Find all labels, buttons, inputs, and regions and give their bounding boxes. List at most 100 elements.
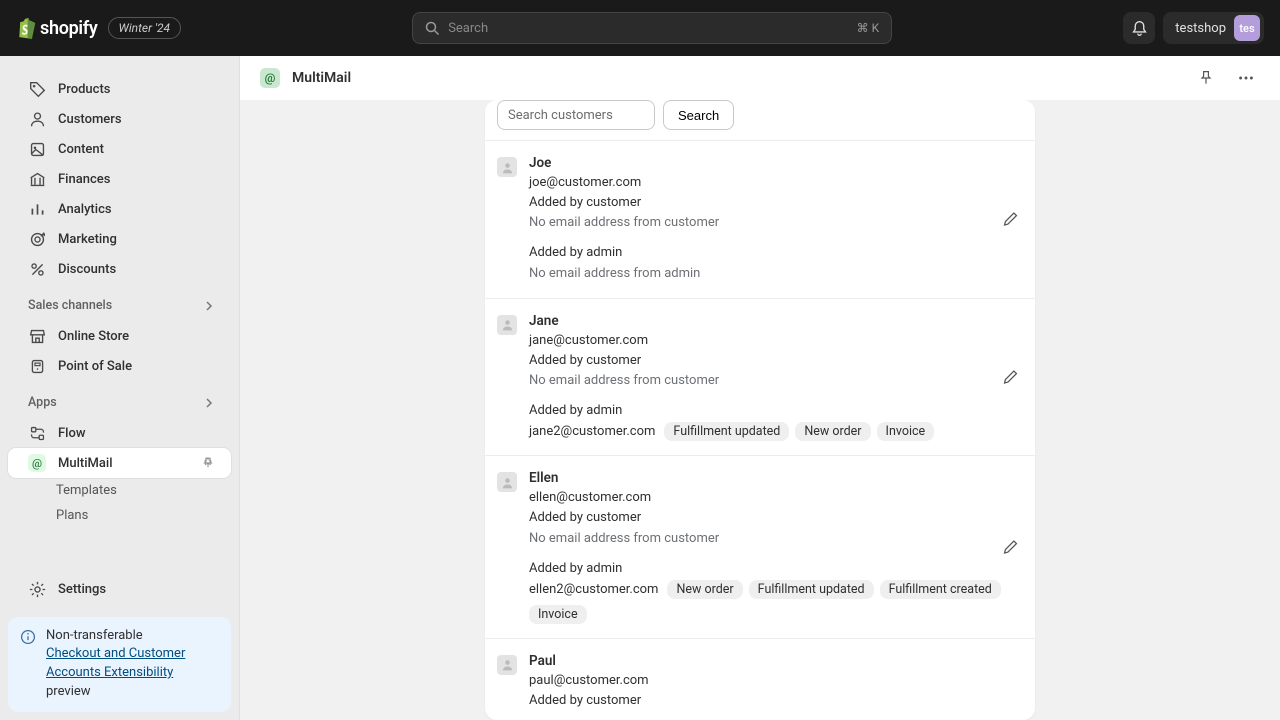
customer-email: jane@customer.com xyxy=(529,331,1019,351)
sidebar-item-flow[interactable]: Flow xyxy=(8,418,231,448)
tag: Invoice xyxy=(877,422,935,441)
sidebar-subitem-templates[interactable]: Templates xyxy=(8,478,231,503)
sidebar-item-discounts[interactable]: Discounts xyxy=(8,254,231,284)
sidebar-item-content[interactable]: Content xyxy=(8,134,231,164)
shopify-logo[interactable]: shopify xyxy=(16,17,98,39)
sidebar-item-analytics[interactable]: Analytics xyxy=(8,194,231,224)
added-by-admin: Added by admin xyxy=(529,401,1019,421)
customer-search-input[interactable]: Search customers xyxy=(497,100,655,130)
added-by-customer: Added by customer xyxy=(529,193,1019,213)
avatar-icon xyxy=(497,655,517,675)
tag: Fulfillment updated xyxy=(749,580,874,599)
person-icon xyxy=(28,110,46,128)
added-by-admin: Added by admin xyxy=(529,243,1019,263)
customer-name: Ellen xyxy=(529,470,1019,486)
customer-name: Jane xyxy=(529,313,1019,329)
user-menu[interactable]: testshop tes xyxy=(1163,12,1264,44)
sidebar-item-settings[interactable]: Settings xyxy=(8,575,231,605)
customer-note: No email address from customer xyxy=(529,529,1019,549)
bell-icon xyxy=(1131,20,1148,37)
edit-button[interactable] xyxy=(1002,368,1019,385)
avatar-icon xyxy=(497,315,517,335)
flow-icon xyxy=(28,424,46,442)
svg-text:@: @ xyxy=(32,457,42,470)
customer-note: No email address from customer xyxy=(529,213,1019,233)
page-header: @ MultiMail xyxy=(240,56,1280,100)
user-avatar: tes xyxy=(1234,15,1260,41)
edition-pill: Winter '24 xyxy=(108,17,182,39)
sales-channels-header[interactable]: Sales channels xyxy=(8,292,231,319)
sidebar-item-point-of-sale[interactable]: Point of Sale xyxy=(8,351,231,381)
sidebar-item-marketing[interactable]: Marketing xyxy=(8,224,231,254)
banner-line3: preview xyxy=(46,683,219,702)
apps-header[interactable]: Apps xyxy=(8,389,231,416)
avatar-icon xyxy=(497,472,517,492)
sidebar-item-customers[interactable]: Customers xyxy=(8,104,231,134)
pos-icon xyxy=(28,357,46,375)
customer-row: Paul paul@customer.com Added by customer xyxy=(485,638,1035,720)
pin-icon[interactable] xyxy=(201,456,215,470)
customer-row: Joe joe@customer.com Added by customer N… xyxy=(485,140,1035,298)
more-button[interactable] xyxy=(1232,64,1260,92)
customer-row: Jane jane@customer.com Added by customer… xyxy=(485,298,1035,456)
info-icon xyxy=(20,627,36,702)
tag: New order xyxy=(795,422,870,441)
tag-icon xyxy=(28,80,46,98)
at-icon: @ xyxy=(28,454,46,472)
image-icon xyxy=(28,140,46,158)
sidebar-item-finances[interactable]: Finances xyxy=(8,164,231,194)
customer-name: Joe xyxy=(529,155,1019,171)
search-wrap: Search ⌘ K xyxy=(197,12,1107,44)
customer-note: No email address from customer xyxy=(529,371,1019,391)
sidebar-subitem-plans[interactable]: Plans xyxy=(8,503,231,528)
search-icon xyxy=(425,21,440,36)
edit-button[interactable] xyxy=(1002,211,1019,228)
customer-email: paul@customer.com xyxy=(529,671,1019,691)
admin-note: No email address from admin xyxy=(529,264,1019,284)
banner-line1: Non-transferable xyxy=(46,627,219,646)
page-title: MultiMail xyxy=(292,70,351,86)
target-icon xyxy=(28,230,46,248)
avatar-icon xyxy=(497,157,517,177)
sidebar-item-products[interactable]: Products xyxy=(8,74,231,104)
main: @ MultiMail Search customers Search xyxy=(240,56,1280,720)
dots-icon xyxy=(1237,69,1255,87)
store-icon xyxy=(28,327,46,345)
pin-icon xyxy=(1198,70,1214,86)
tag: Fulfillment updated xyxy=(664,422,789,441)
tag: Invoice xyxy=(529,605,587,624)
top-bar: shopify Winter '24 Search ⌘ K testshop t… xyxy=(0,0,1280,56)
added-by-admin: Added by admin xyxy=(529,559,1019,579)
search-shortcut: ⌘ K xyxy=(857,21,880,35)
tag: Fulfillment created xyxy=(880,580,1001,599)
notifications-button[interactable] xyxy=(1123,12,1155,44)
customer-search-button[interactable]: Search xyxy=(663,100,734,130)
info-banner: Non-transferable Checkout and Customer A… xyxy=(8,617,231,712)
pin-button[interactable] xyxy=(1192,64,1220,92)
admin-email: ellen2@customer.com xyxy=(529,582,658,597)
shopify-bag-icon xyxy=(16,17,36,39)
tag: New order xyxy=(667,580,742,599)
added-by-customer: Added by customer xyxy=(529,508,1019,528)
bank-icon xyxy=(28,170,46,188)
user-name: testshop xyxy=(1175,21,1226,36)
app-icon: @ xyxy=(260,68,280,88)
chevron-right-icon xyxy=(203,397,215,409)
customer-email: joe@customer.com xyxy=(529,173,1019,193)
global-search[interactable]: Search ⌘ K xyxy=(412,12,892,44)
customer-row: Ellen ellen@customer.com Added by custom… xyxy=(485,455,1035,638)
customer-name: Paul xyxy=(529,653,1019,669)
customer-email: ellen@customer.com xyxy=(529,488,1019,508)
brand-name: shopify xyxy=(40,18,98,39)
admin-email: jane2@customer.com xyxy=(529,424,655,439)
sidebar-item-online-store[interactable]: Online Store xyxy=(8,321,231,351)
gear-icon xyxy=(28,581,46,599)
chevron-right-icon xyxy=(203,300,215,312)
sidebar: Products Customers Content Finances Anal… xyxy=(0,56,240,720)
search-placeholder: Search xyxy=(448,21,488,36)
sidebar-item-multimail[interactable]: @ MultiMail xyxy=(8,448,231,478)
edit-button[interactable] xyxy=(1002,539,1019,556)
added-by-customer: Added by customer xyxy=(529,351,1019,371)
logo-group: shopify Winter '24 xyxy=(16,17,181,39)
banner-link[interactable]: Checkout and Customer Accounts Extensibi… xyxy=(46,646,185,680)
